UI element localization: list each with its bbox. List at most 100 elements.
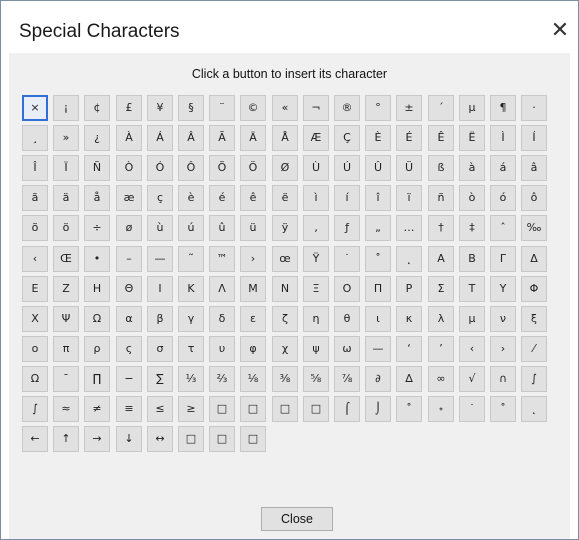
char-button[interactable]: ↑ (53, 426, 79, 452)
char-button[interactable]: Ú (334, 155, 360, 181)
char-button[interactable]: ∫ (22, 396, 48, 422)
char-button[interactable]: ω (334, 336, 360, 362)
close-icon[interactable]: ✕ (550, 18, 570, 42)
char-button[interactable]: κ (396, 306, 422, 332)
char-button[interactable]: ¥ (147, 95, 173, 121)
char-button[interactable]: ˙ (334, 246, 360, 272)
char-button[interactable]: ˜ (178, 246, 204, 272)
char-button[interactable]: Í (521, 125, 547, 151)
char-button[interactable]: è (178, 185, 204, 211)
char-button[interactable]: Ÿ (303, 246, 329, 272)
char-button[interactable]: — (365, 336, 391, 362)
char-button[interactable]: Ë (459, 125, 485, 151)
char-button[interactable]: ψ (303, 336, 329, 362)
char-button[interactable]: ˛ (396, 246, 422, 272)
char-button[interactable]: û (209, 215, 235, 241)
char-button[interactable]: ζ (272, 306, 298, 332)
char-button[interactable]: › (240, 246, 266, 272)
char-button[interactable]: α (116, 306, 142, 332)
char-button[interactable]: ó (490, 185, 516, 211)
char-button[interactable]: á (490, 155, 516, 181)
char-button[interactable]: Æ (303, 125, 329, 151)
char-button[interactable]: ο (22, 336, 48, 362)
char-button[interactable]: ↓ (116, 426, 142, 452)
char-button[interactable]: ¶ (490, 95, 516, 121)
char-button[interactable]: ˆ (490, 215, 516, 241)
char-button[interactable]: Ç (334, 125, 360, 151)
char-button[interactable]: Ò (116, 155, 142, 181)
char-button[interactable]: ∏ (84, 366, 110, 392)
char-button[interactable]: ≠ (84, 396, 110, 422)
char-button[interactable]: æ (116, 185, 142, 211)
char-button[interactable]: π (53, 336, 79, 362)
char-button[interactable]: É (396, 125, 422, 151)
char-button[interactable]: Κ (178, 276, 204, 302)
char-button[interactable]: Ο (334, 276, 360, 302)
char-button[interactable]: η (303, 306, 329, 332)
char-button[interactable]: δ (209, 306, 235, 332)
char-button[interactable]: Õ (209, 155, 235, 181)
char-button[interactable]: ° (365, 95, 391, 121)
char-button[interactable]: μ (459, 306, 485, 332)
char-button[interactable]: ÷ (84, 215, 110, 241)
char-button[interactable]: ù (147, 215, 173, 241)
char-button[interactable]: ¸ (22, 125, 48, 151)
char-button[interactable]: ∂ (365, 366, 391, 392)
char-button[interactable]: Ü (396, 155, 422, 181)
char-button[interactable]: Ö (240, 155, 266, 181)
char-button[interactable]: ’ (428, 336, 454, 362)
char-button[interactable]: Ψ (53, 306, 79, 332)
char-button[interactable]: √ (459, 366, 485, 392)
char-button[interactable]: Γ (490, 246, 516, 272)
char-button[interactable]: ƒ (334, 215, 360, 241)
char-button[interactable]: □ (303, 396, 329, 422)
char-button[interactable]: ú (178, 215, 204, 241)
char-button[interactable]: Ï (53, 155, 79, 181)
char-button[interactable]: ⌡ (365, 396, 391, 422)
char-button[interactable]: ê (240, 185, 266, 211)
char-button[interactable]: Β (459, 246, 485, 272)
char-button[interactable]: ¨ (209, 95, 235, 121)
char-button[interactable]: ς (116, 336, 142, 362)
char-button[interactable]: ≥ (178, 396, 204, 422)
char-button[interactable]: µ (459, 95, 485, 121)
char-button[interactable]: Λ (209, 276, 235, 302)
char-button[interactable]: Ó (147, 155, 173, 181)
char-button[interactable]: ˙ (459, 396, 485, 422)
char-button[interactable]: Η (84, 276, 110, 302)
char-button[interactable]: Υ (490, 276, 516, 302)
char-button[interactable]: ã (22, 185, 48, 211)
char-button[interactable]: £ (116, 95, 142, 121)
char-button[interactable]: œ (272, 246, 298, 272)
char-button[interactable]: ⌠ (334, 396, 360, 422)
char-button[interactable]: ‡ (459, 215, 485, 241)
char-button[interactable]: ß (428, 155, 454, 181)
char-button[interactable]: □ (272, 396, 298, 422)
char-button[interactable]: ç (147, 185, 173, 211)
char-button[interactable]: ⅝ (303, 366, 329, 392)
char-button[interactable]: È (365, 125, 391, 151)
char-button[interactable]: í (334, 185, 360, 211)
char-button[interactable]: ì (303, 185, 329, 211)
char-button[interactable]: ∞ (428, 366, 454, 392)
char-button[interactable]: ← (22, 426, 48, 452)
char-button[interactable]: ⅜ (272, 366, 298, 392)
char-button[interactable]: Σ (428, 276, 454, 302)
char-button[interactable]: φ (240, 336, 266, 362)
char-button[interactable]: « (272, 95, 298, 121)
char-button[interactable]: Ô (178, 155, 204, 181)
char-button[interactable]: ¬ (303, 95, 329, 121)
char-button[interactable]: ü (240, 215, 266, 241)
char-button[interactable]: Α (428, 246, 454, 272)
char-button[interactable]: – (116, 246, 142, 272)
char-button[interactable]: ∆ (396, 366, 422, 392)
char-button[interactable]: Ω (22, 366, 48, 392)
char-button[interactable]: Ω (84, 306, 110, 332)
char-button[interactable]: λ (428, 306, 454, 332)
char-button[interactable]: Ζ (53, 276, 79, 302)
close-button[interactable]: Close (261, 507, 333, 531)
char-button[interactable]: ˛ (521, 396, 547, 422)
char-button[interactable]: ρ (84, 336, 110, 362)
char-button[interactable]: ë (272, 185, 298, 211)
char-button[interactable]: ˚ (490, 396, 516, 422)
